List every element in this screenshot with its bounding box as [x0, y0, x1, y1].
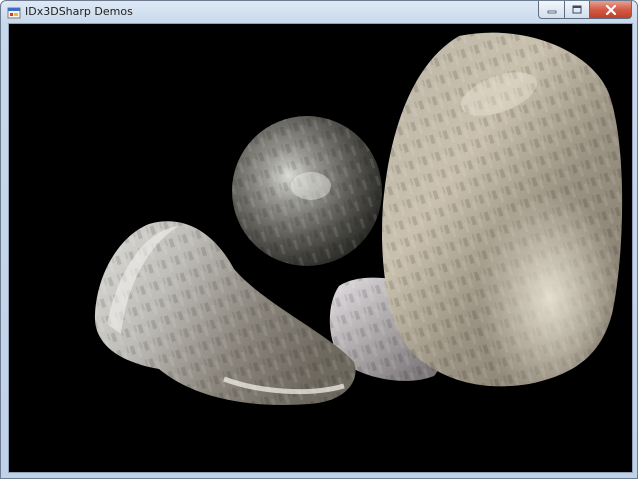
minimize-button[interactable] [538, 1, 564, 19]
title-bar[interactable]: IDx3DSharp Demos [1, 1, 637, 23]
large-textured-egg [382, 32, 623, 387]
textured-sphere [232, 116, 382, 266]
minimize-icon [547, 10, 556, 13]
maximize-icon [572, 5, 582, 14]
window-title: IDx3DSharp Demos [25, 5, 133, 18]
application-icon[interactable] [7, 5, 21, 19]
app-window: IDx3DSharp Demos [0, 0, 638, 479]
maximize-button[interactable] [564, 1, 589, 19]
close-icon [605, 4, 616, 15]
caption-buttons [538, 1, 632, 19]
render-viewport[interactable] [8, 23, 633, 473]
close-button[interactable] [589, 1, 632, 19]
3d-scene[interactable] [9, 24, 632, 472]
